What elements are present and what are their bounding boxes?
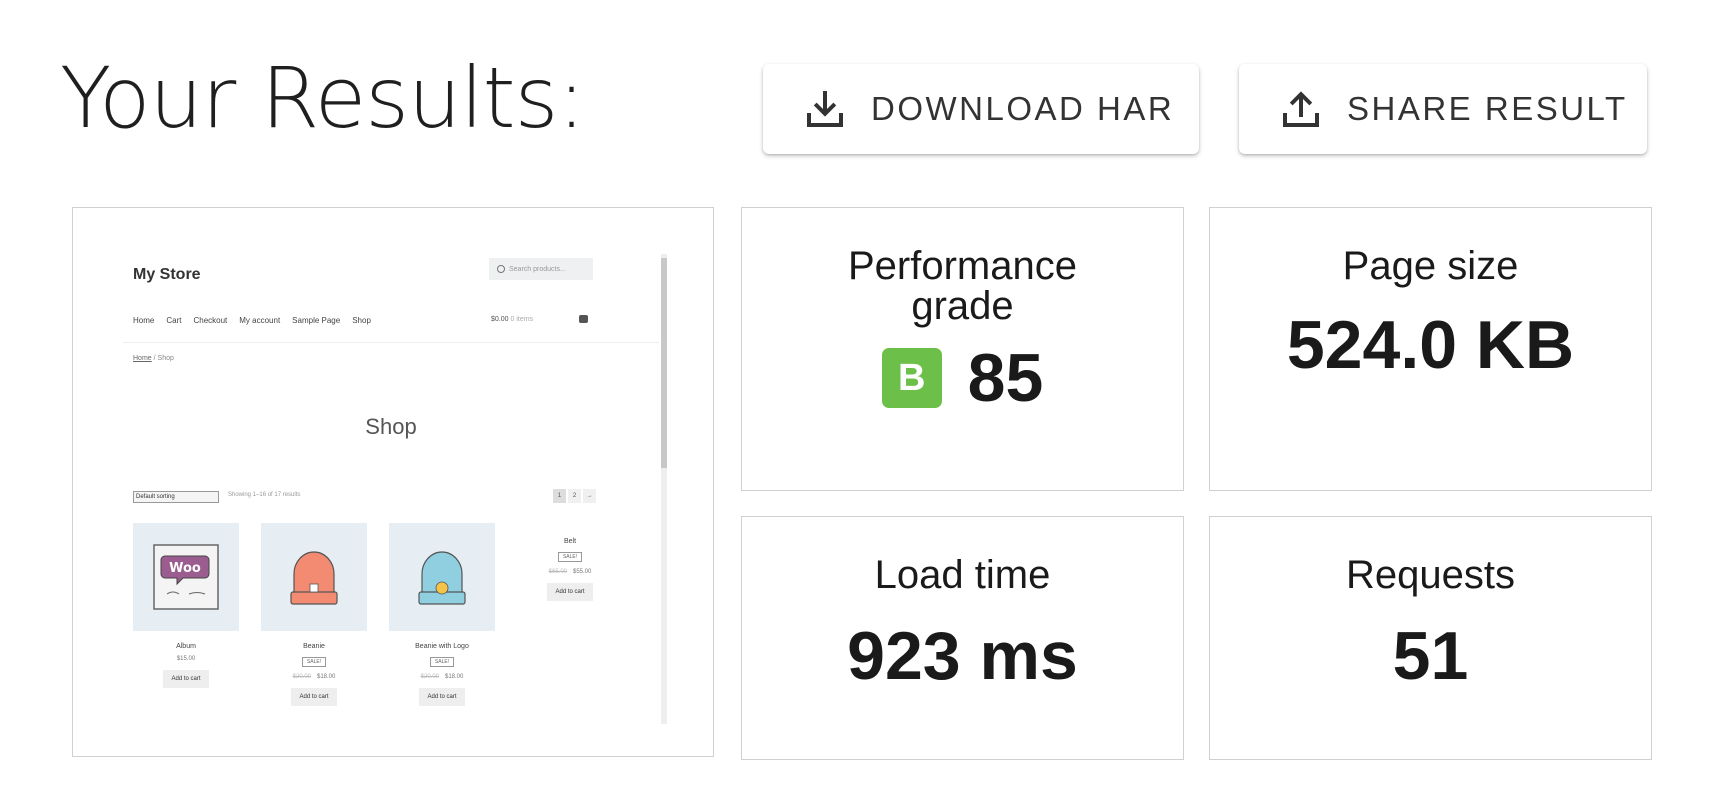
nav-item: Sample Page bbox=[292, 316, 341, 325]
product-image-beanie-with-logo bbox=[389, 523, 495, 631]
page-size-card: Page size 524.0 KB bbox=[1209, 207, 1652, 491]
page-size-value: 524.0 KB bbox=[1286, 307, 1575, 383]
nav-item: My account bbox=[239, 316, 281, 325]
result-count: Showing 1–16 of 17 results bbox=[228, 492, 301, 498]
download-icon bbox=[801, 85, 849, 133]
download-har-button[interactable]: DOWNLOAD HAR bbox=[763, 64, 1199, 154]
cart-total: $0.00 0 items bbox=[491, 316, 534, 323]
svg-text:Woo: Woo bbox=[169, 561, 201, 576]
share-result-button[interactable]: SHARE RESULT bbox=[1239, 64, 1647, 154]
requests-label: Requests bbox=[1346, 553, 1515, 597]
product-card: Woo Album $15.00 Add to cart bbox=[133, 523, 239, 688]
load-time-label: Load time bbox=[874, 553, 1051, 597]
product-card: Beanie SALE! $20.00 $18.00 Add to cart bbox=[261, 523, 367, 706]
page-link: 1 bbox=[553, 489, 566, 503]
sorting-select: Default sorting bbox=[133, 491, 219, 503]
load-time-card: Load time 923 ms bbox=[741, 516, 1184, 760]
page-link: → bbox=[583, 489, 596, 503]
divider bbox=[123, 342, 659, 343]
share-icon bbox=[1277, 85, 1325, 133]
requests-value: 51 bbox=[1392, 618, 1469, 694]
load-time-value: 923 ms bbox=[847, 618, 1078, 694]
page-size-label: Page size bbox=[1342, 244, 1519, 288]
store-search-input: Search products... bbox=[489, 258, 593, 280]
store-screenshot: My Store Search products... Home Cart Ch… bbox=[123, 246, 667, 726]
performance-grade-card: Performance grade B 85 bbox=[741, 207, 1184, 491]
performance-score: 85 bbox=[967, 340, 1044, 416]
product-card: Beanie with Logo SALE! $20.00 $18.00 Add … bbox=[389, 523, 495, 706]
breadcrumb: Home / Shop bbox=[133, 355, 174, 362]
product-card: Belt SALE! $65.00 $55.00 Add to cart bbox=[517, 538, 623, 601]
nav-item: Checkout bbox=[193, 316, 228, 325]
store-nav: Home Cart Checkout My account Sample Pag… bbox=[133, 316, 371, 325]
share-result-label: SHARE RESULT bbox=[1347, 90, 1628, 127]
shop-heading: Shop bbox=[365, 414, 417, 439]
performance-grade-label: Performance grade bbox=[848, 244, 1077, 328]
page-screenshot-preview: My Store Search products... Home Cart Ch… bbox=[72, 207, 714, 757]
nav-item: Cart bbox=[166, 316, 182, 325]
product-image-beanie bbox=[261, 523, 367, 631]
download-har-label: DOWNLOAD HAR bbox=[871, 90, 1175, 127]
product-image-album: Woo bbox=[133, 523, 239, 631]
basket-icon bbox=[579, 315, 588, 323]
nav-item: Home bbox=[133, 316, 155, 325]
page-title: Your Results: bbox=[60, 49, 586, 147]
pagination: 1 2 → bbox=[553, 489, 596, 503]
nav-item: Shop bbox=[352, 316, 371, 325]
grade-badge: B bbox=[881, 348, 942, 408]
preview-scrollbar bbox=[661, 254, 667, 724]
store-name: My Store bbox=[133, 266, 201, 283]
requests-card: Requests 51 bbox=[1209, 516, 1652, 760]
search-icon bbox=[497, 265, 505, 273]
page-link: 2 bbox=[568, 489, 581, 503]
